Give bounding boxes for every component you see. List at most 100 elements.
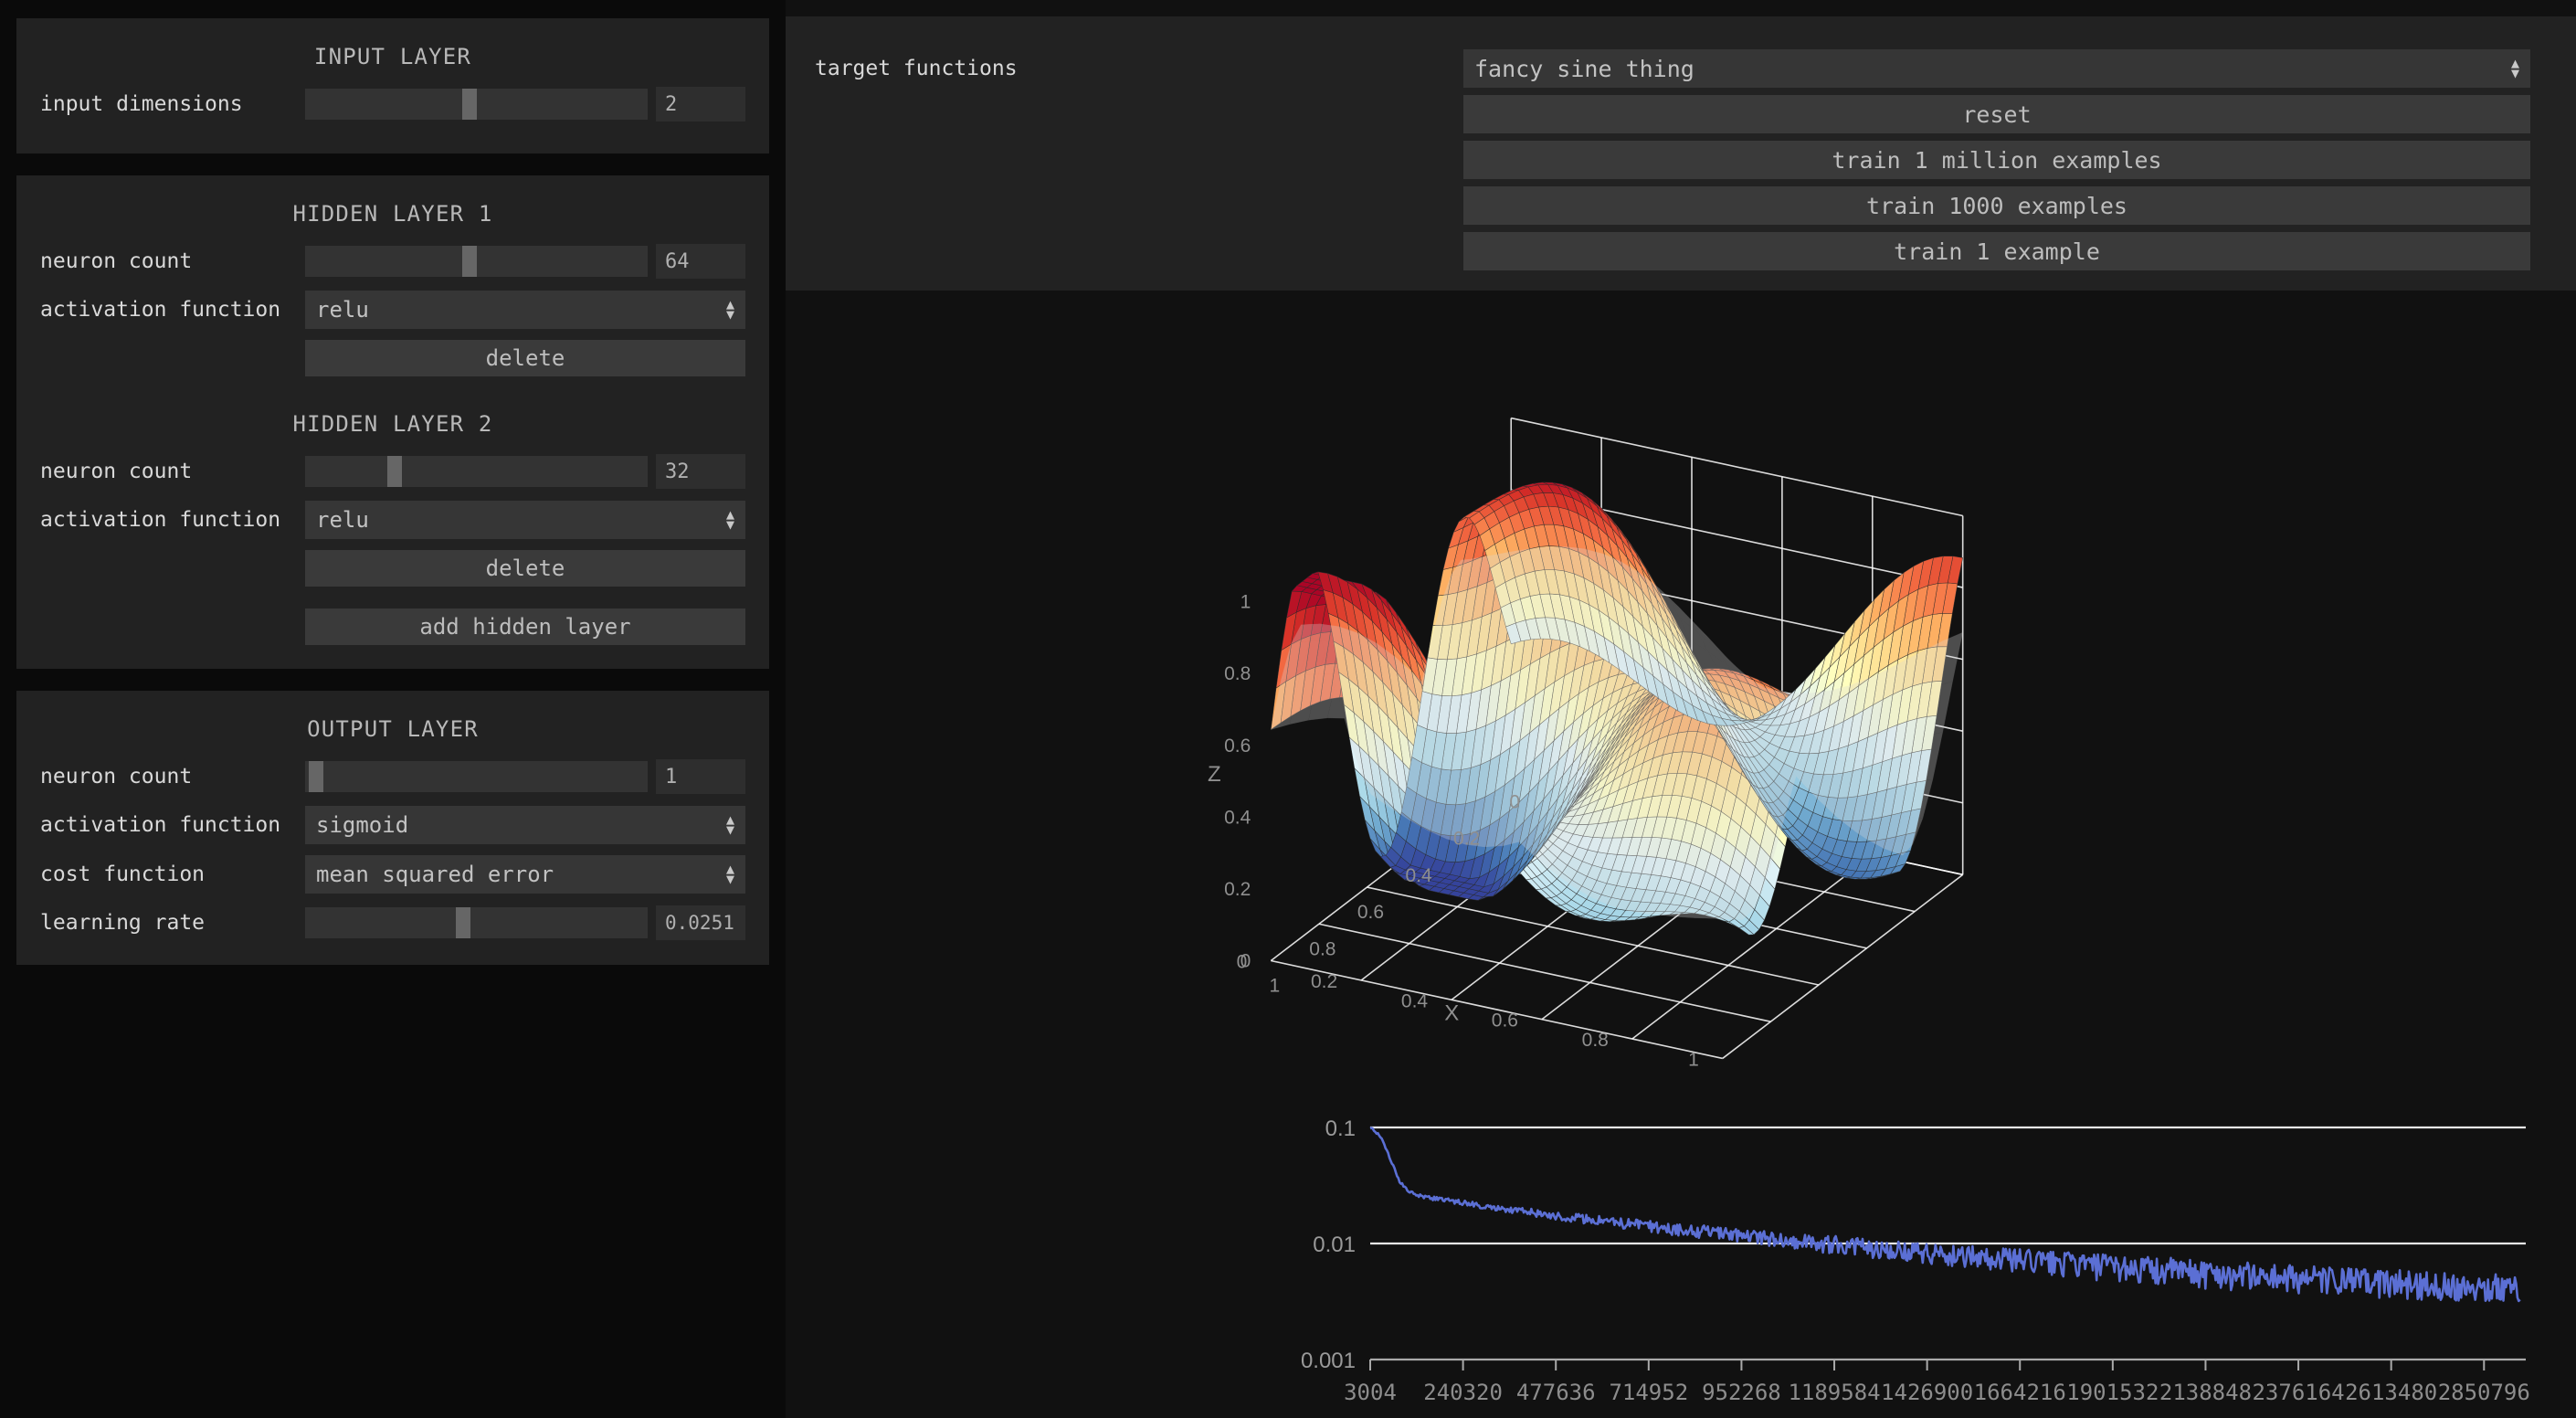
output-neuron-row: neuron count 1	[40, 758, 745, 795]
input-dimensions-value[interactable]: 2	[656, 87, 745, 122]
surface-plot-canvas[interactable]: 1 0.8 0.6 0.4 0.2 0 Z 1 0.8 0.6 0.4 0.2 0 X 1 0.8 0.6 0.4…	[1188, 345, 2284, 1067]
stepper-arrows-icon: ▲ ▼	[725, 810, 734, 838]
select-value: relu	[316, 297, 369, 323]
select-value: fancy sine thing	[1474, 55, 1694, 82]
input-layer-panel: INPUT LAYER input dimensions 2	[16, 18, 769, 153]
stepper-arrows-icon: ▲ ▼	[2510, 54, 2519, 81]
hidden-layer-2-activation-row: activation function relu ▲ ▼	[40, 501, 745, 539]
svg-text:Z: Z	[1208, 762, 1221, 787]
cost-series-line	[1369, 1127, 2521, 1303]
cost-chart: Cost 0.1 0.01 0.001 3004 240320 477636 714952 95…	[786, 1113, 2576, 1418]
cost-y-tick: 0.1	[1325, 1116, 1356, 1141]
train-1000-button[interactable]: train 1000 examples	[1463, 186, 2530, 225]
network-config-column: INPUT LAYER input dimensions 2 HIDDEN LA…	[0, 0, 786, 1418]
svg-text:1: 1	[1269, 976, 1280, 997]
learning-rate-value[interactable]: 0.0251	[656, 905, 745, 940]
select-value: sigmoid	[316, 812, 409, 838]
hidden-layer-1-activation-label: activation function	[40, 298, 281, 322]
svg-text:0.8: 0.8	[1309, 938, 1336, 959]
visualization-area: 1 0.8 0.6 0.4 0.2 0 Z 1 0.8 0.6 0.4 0.2 0 X 1 0.8 0.6 0.4…	[786, 291, 2576, 1418]
stepper-arrows-icon: ▲ ▼	[725, 860, 734, 887]
hidden-layer-1-neuron-value[interactable]: 64	[656, 244, 745, 279]
output-neuron-value[interactable]: 1	[656, 759, 745, 794]
cost-x-tick: 2138848	[2159, 1380, 2252, 1405]
slider-thumb[interactable]	[456, 907, 471, 938]
svg-text:X: X	[1444, 1000, 1459, 1025]
svg-text:0.4: 0.4	[1224, 807, 1251, 828]
cost-x-tick: 1901532	[2066, 1380, 2159, 1405]
add-hidden-layer-row: add hidden layer	[40, 608, 745, 645]
reset-button[interactable]: reset	[1463, 95, 2530, 133]
cost-chart-canvas: Cost 0.1 0.01 0.001 3004 240320 477636 714952 95…	[1301, 1113, 2530, 1405]
target-function-select[interactable]: fancy sine thing ▲ ▼	[1463, 49, 2530, 88]
svg-text:0.2: 0.2	[1453, 829, 1480, 850]
cost-x-tick: 1189584	[1788, 1380, 1880, 1405]
target-function-panel: target functions fancy sine thing ▲ ▼ res…	[786, 16, 2576, 291]
hidden-layer-1-activation-select[interactable]: relu ▲ ▼	[305, 291, 745, 329]
app-root: INPUT LAYER input dimensions 2 HIDDEN LA…	[0, 0, 2576, 1418]
stepper-arrows-icon: ▲ ▼	[725, 295, 734, 323]
svg-text:0.8: 0.8	[1582, 1030, 1609, 1051]
cost-function-select[interactable]: mean squared error ▲ ▼	[305, 855, 745, 894]
hidden-layer-2-activation-select[interactable]: relu ▲ ▼	[305, 501, 745, 539]
slider-thumb[interactable]	[462, 246, 478, 277]
learning-rate-slider[interactable]	[305, 907, 648, 938]
hidden-layer-1-neuron-slider[interactable]	[305, 246, 648, 277]
slider-thumb[interactable]	[462, 89, 478, 120]
cost-y-tick: 0.001	[1301, 1349, 1356, 1373]
hidden-layer-1-delete-button[interactable]: delete	[305, 340, 745, 376]
train-1-button[interactable]: train 1 example	[1463, 232, 2530, 270]
hidden-layers-panel: HIDDEN LAYER 1 neuron count 64 activatio…	[16, 175, 769, 669]
cost-x-tick: 1664216	[1974, 1380, 2066, 1405]
select-value: mean squared error	[316, 862, 554, 887]
svg-text:0.6: 0.6	[1224, 735, 1251, 757]
output-neuron-label: neuron count	[40, 765, 193, 788]
learning-rate-label: learning rate	[40, 911, 206, 935]
hidden-layer-1-activation-row: activation function relu ▲ ▼	[40, 291, 745, 329]
cost-x-tick: 240320	[1423, 1380, 1503, 1405]
output-activation-select[interactable]: sigmoid ▲ ▼	[305, 806, 745, 844]
output-activation-row: activation function sigmoid ▲ ▼	[40, 806, 745, 844]
svg-text:0.8: 0.8	[1224, 663, 1251, 684]
hidden-layer-1-neuron-label: neuron count	[40, 249, 193, 273]
cost-x-tick: 2376164	[2252, 1380, 2344, 1405]
slider-thumb[interactable]	[386, 456, 402, 487]
slider-thumb[interactable]	[308, 761, 323, 792]
input-dimensions-slider[interactable]	[305, 89, 648, 120]
cost-chart-title: Cost	[1900, 1113, 1951, 1116]
svg-text:0.2: 0.2	[1224, 879, 1251, 900]
hidden-layer-2-title: HIDDEN LAYER 2	[292, 411, 493, 437]
cost-function-row: cost function mean squared error ▲ ▼	[40, 855, 745, 894]
target-functions-label: target functions	[815, 57, 1018, 80]
cost-function-label: cost function	[40, 862, 206, 886]
hidden-layer-2-neuron-value[interactable]: 32	[656, 454, 745, 489]
hidden-layer-2-delete-button[interactable]: delete	[305, 550, 745, 587]
target-controls: fancy sine thing ▲ ▼ reset train 1 millio…	[1463, 49, 2530, 278]
input-dimensions-row: input dimensions 2	[40, 86, 745, 122]
visualization-column: target functions fancy sine thing ▲ ▼ res…	[786, 0, 2576, 1418]
hidden-layer-2-delete-row: delete	[40, 550, 745, 587]
hidden-layer-2-neuron-label: neuron count	[40, 460, 193, 483]
hidden-layer-2-neuron-slider[interactable]	[305, 456, 648, 487]
cost-x-tick: 1426900	[1881, 1380, 1973, 1405]
output-activation-label: activation function	[40, 813, 281, 837]
select-value: relu	[316, 507, 369, 533]
svg-text:0.6: 0.6	[1357, 902, 1384, 923]
hidden-layer-1-neuron-row: neuron count 64	[40, 243, 745, 280]
output-neuron-slider[interactable]	[305, 761, 648, 792]
svg-text:0: 0	[1237, 952, 1248, 973]
hidden-layer-2-activation-label: activation function	[40, 508, 281, 532]
surface-plot[interactable]: 1 0.8 0.6 0.4 0.2 0 Z 1 0.8 0.6 0.4 0.2 0 X 1 0.8 0.6 0.4…	[1188, 345, 2284, 1067]
add-hidden-layer-button[interactable]: add hidden layer	[305, 608, 745, 645]
svg-text:1: 1	[1240, 592, 1251, 613]
hidden-layer-2-neuron-row: neuron count 32	[40, 453, 745, 490]
cost-x-tick: 477636	[1516, 1380, 1596, 1405]
train-1-million-button[interactable]: train 1 million examples	[1463, 141, 2530, 179]
hidden-layer-1-title: HIDDEN LAYER 1	[292, 201, 493, 227]
svg-text:0.2: 0.2	[1311, 971, 1337, 992]
input-layer-title: INPUT LAYER	[313, 44, 472, 69]
svg-text:0.4: 0.4	[1401, 990, 1429, 1011]
